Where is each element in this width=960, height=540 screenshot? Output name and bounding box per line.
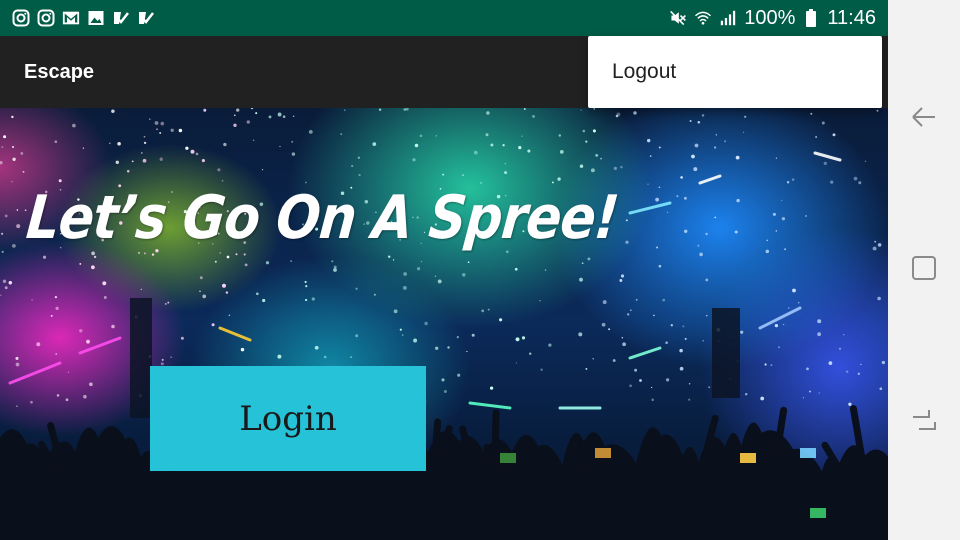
back-button[interactable] (900, 95, 948, 143)
system-status: 100% 11:46 (669, 0, 876, 36)
status-bar: 100% 11:46 (0, 0, 888, 36)
battery-icon (802, 9, 820, 27)
hero-background: Let’s Go On A Spree! Login (0, 108, 888, 540)
app-check-icon (137, 9, 155, 27)
signal-icon (719, 9, 737, 27)
home-button[interactable] (900, 398, 948, 446)
menu-item-logout[interactable]: Logout (588, 36, 882, 108)
app-title: Escape (24, 61, 95, 83)
back-icon (909, 102, 939, 137)
wifi-icon (694, 9, 712, 27)
navigation-bar (888, 0, 960, 540)
battery-percent: 100% (744, 6, 796, 29)
gmail-icon (62, 9, 80, 27)
app-check-icon (112, 9, 130, 27)
recents-button[interactable] (900, 246, 948, 294)
instagram-icon (37, 9, 55, 27)
notification-icons (0, 9, 155, 27)
app-screen: 100% 11:46 Escape Let’s Go On A Spree! L… (0, 0, 888, 540)
home-icon (909, 405, 939, 440)
recents-icon (909, 253, 939, 288)
instagram-icon (12, 9, 30, 27)
login-button[interactable]: Login (150, 366, 426, 471)
gallery-icon (87, 9, 105, 27)
concert-image (0, 108, 888, 540)
clock: 11:46 (827, 6, 876, 29)
mute-icon (669, 9, 687, 27)
overflow-menu: Logout (588, 36, 882, 108)
headline: Let’s Go On A Spree! (23, 184, 621, 253)
